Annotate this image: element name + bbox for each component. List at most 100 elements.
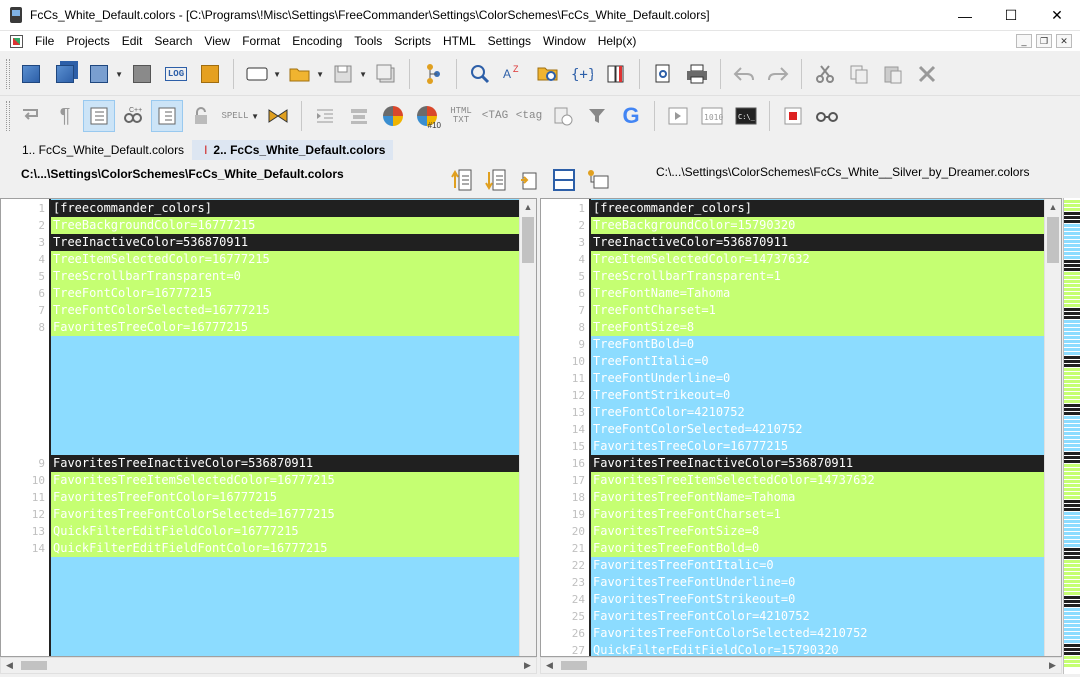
find-button[interactable]	[464, 58, 496, 90]
code-line[interactable]: TreeInactiveColor=536870911	[591, 234, 1045, 251]
uppercase-tags-button[interactable]: <TAG	[479, 100, 511, 132]
scroll-up-icon[interactable]: ▲	[1045, 199, 1061, 216]
scroll-thumb[interactable]	[522, 217, 534, 263]
code-line[interactable]: TreeFontUnderline=0	[591, 370, 1045, 387]
left-code-area[interactable]: [freecommander_colors] TreeBackgroundColo…	[49, 199, 519, 656]
sync-scroll-button[interactable]	[516, 166, 544, 194]
code-folding-button[interactable]	[151, 100, 183, 132]
web-preview-button[interactable]	[547, 100, 579, 132]
menu-html[interactable]: HTML	[437, 31, 482, 51]
syntax-button[interactable]: C++	[117, 100, 149, 132]
code-line[interactable]: FavoritesTreeFontCharset=1	[591, 506, 1045, 523]
code-line[interactable]: QuickFilterEditFieldColor=15790320	[591, 642, 1045, 656]
scroll-up-icon[interactable]: ▲	[520, 199, 536, 216]
save-button[interactable]: ▼	[327, 58, 367, 90]
menu-encoding[interactable]: Encoding	[286, 31, 348, 51]
code-line[interactable]: TreeFontColorSelected=16777215	[51, 302, 519, 319]
format-button[interactable]	[343, 100, 375, 132]
print-preview-button[interactable]	[647, 58, 679, 90]
scroll-left-icon[interactable]: ◀	[1, 658, 18, 673]
scroll-thumb[interactable]	[21, 661, 47, 670]
mdi-close-button[interactable]: ✕	[1056, 34, 1072, 48]
code-line[interactable]: FavoritesTreeFontBold=0	[591, 540, 1045, 557]
diff-overview-bar[interactable]	[1063, 198, 1080, 674]
code-line[interactable]: FavoritesTreeItemSelectedColor=16777215	[51, 472, 519, 489]
left-horizontal-scrollbar[interactable]: ◀ ▶	[0, 657, 537, 674]
scroll-thumb[interactable]	[1047, 217, 1059, 263]
menu-help[interactable]: Help(x)	[592, 31, 643, 51]
bookmark-button[interactable]	[600, 58, 632, 90]
tree-view-button[interactable]	[417, 58, 449, 90]
paste-button[interactable]	[877, 58, 909, 90]
copy-button[interactable]	[843, 58, 875, 90]
code-line[interactable]: [freecommander_colors]	[591, 200, 1045, 217]
code-line[interactable]: TreeFontColorSelected=4210752	[591, 421, 1045, 438]
glasses-button[interactable]	[811, 100, 843, 132]
save-all-button[interactable]	[370, 58, 402, 90]
scroll-right-icon[interactable]: ▶	[1044, 658, 1061, 673]
open-file-button[interactable]: ▼	[284, 58, 324, 90]
print-button[interactable]	[681, 58, 713, 90]
scroll-left-icon[interactable]: ◀	[541, 658, 558, 673]
project-options-button[interactable]: ▼	[83, 58, 123, 90]
code-line[interactable]: TreeFontColor=4210752	[591, 404, 1045, 421]
code-line[interactable]: TreeInactiveColor=536870911	[51, 234, 519, 251]
compare-options-button[interactable]	[584, 166, 612, 194]
next-difference-button[interactable]	[482, 166, 510, 194]
code-line[interactable]: TreeScrollbarTransparent=0	[51, 268, 519, 285]
menu-settings[interactable]: Settings	[482, 31, 537, 51]
code-line[interactable]: QuickFilterEditFieldColor=16777215	[51, 523, 519, 540]
code-line[interactable]: [freecommander_colors]	[51, 200, 519, 217]
code-line[interactable]: FavoritesTreeColor=16777215	[51, 319, 519, 336]
new-file-button[interactable]: ▼	[241, 58, 281, 90]
read-only-button[interactable]	[185, 100, 217, 132]
toolbar-grip[interactable]	[6, 58, 10, 89]
maximize-button[interactable]: ☐	[988, 0, 1034, 31]
filter-button[interactable]	[581, 100, 613, 132]
html-to-txt-button[interactable]: HTML TXT	[445, 100, 477, 132]
tab-document-2[interactable]: I 2.. FcCs_White_Default.colors	[192, 140, 394, 160]
code-line[interactable]: TreeScrollbarTransparent=1	[591, 268, 1045, 285]
cut-button[interactable]	[809, 58, 841, 90]
word-wrap-button[interactable]	[15, 100, 47, 132]
project-settings-button[interactable]	[194, 58, 226, 90]
show-paragraph-button[interactable]: ¶	[49, 100, 81, 132]
log-button[interactable]: LOG	[160, 58, 192, 90]
tab-document-1[interactable]: 1.. FcCs_White_Default.colors	[0, 140, 192, 160]
redo-button[interactable]	[762, 58, 794, 90]
scroll-thumb[interactable]	[561, 661, 587, 670]
lowercase-tags-button[interactable]: <tag	[513, 100, 545, 132]
indent-button[interactable]	[309, 100, 341, 132]
code-line[interactable]: FavoritesTreeFontItalic=0	[591, 557, 1045, 574]
code-line[interactable]: FavoritesTreeFontUnderline=0	[591, 574, 1045, 591]
document-icon[interactable]	[10, 34, 23, 48]
new-project-button[interactable]	[15, 58, 47, 90]
code-line[interactable]: TreeBackgroundColor=15790320	[591, 217, 1045, 234]
right-horizontal-scrollbar[interactable]: ◀ ▶	[540, 657, 1062, 674]
code-line[interactable]: TreeFontName=Tahoma	[591, 285, 1045, 302]
line-numbers-button[interactable]	[83, 100, 115, 132]
undo-button[interactable]	[728, 58, 760, 90]
code-line[interactable]: FavoritesTreeFontColor=4210752	[591, 608, 1045, 625]
menu-projects[interactable]: Projects	[60, 31, 115, 51]
code-line[interactable]: TreeFontSize=8	[591, 319, 1045, 336]
statistics-10-button[interactable]: #10	[411, 100, 443, 132]
code-line[interactable]: FavoritesTreeInactiveColor=536870911	[591, 455, 1045, 472]
code-line[interactable]: TreeFontBold=0	[591, 336, 1045, 353]
hex-view-button[interactable]: 1010	[696, 100, 728, 132]
code-line[interactable]: FavoritesTreeFontStrikeout=0	[591, 591, 1045, 608]
menu-edit[interactable]: Edit	[116, 31, 149, 51]
code-line[interactable]: TreeBackgroundColor=16777215	[51, 217, 519, 234]
previous-difference-button[interactable]	[448, 166, 476, 194]
menu-file[interactable]: File	[29, 31, 60, 51]
code-line[interactable]: TreeFontColor=16777215	[51, 285, 519, 302]
mdi-minimize-button[interactable]: _	[1016, 34, 1032, 48]
right-code-area[interactable]: [freecommander_colors] TreeBackgroundColo…	[589, 199, 1045, 656]
minimize-button[interactable]: —	[942, 0, 988, 31]
code-line[interactable]: FavoritesTreeFontName=Tahoma	[591, 489, 1045, 506]
code-line[interactable]: TreeItemSelectedColor=14737632	[591, 251, 1045, 268]
code-line[interactable]: FavoritesTreeFontColorSelected=16777215	[51, 506, 519, 523]
google-search-button[interactable]: G	[615, 100, 647, 132]
run-button[interactable]	[662, 100, 694, 132]
code-line[interactable]: FavoritesTreeFontColor=16777215	[51, 489, 519, 506]
